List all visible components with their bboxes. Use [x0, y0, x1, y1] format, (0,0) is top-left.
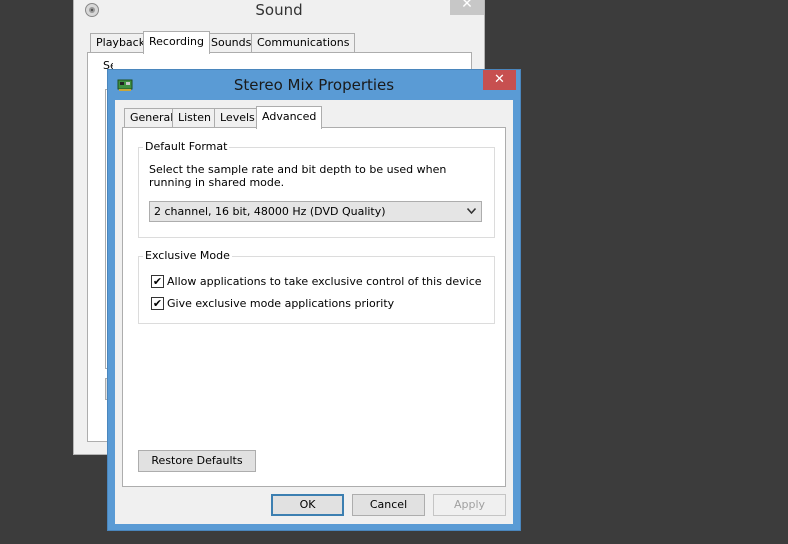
dialog-title: Stereo Mix Properties	[233, 76, 395, 94]
tab-recording[interactable]: Recording	[143, 31, 211, 54]
stereo-mix-properties-dialog: Stereo Mix Properties ✕ General Listen L…	[107, 69, 521, 531]
sound-window-title: Sound	[255, 1, 303, 19]
tab-communications[interactable]: Communications	[251, 33, 356, 53]
exclusive-mode-group	[138, 256, 495, 324]
chevron-down-icon	[467, 208, 476, 214]
dialog-client-area: General Listen Levels Advanced Default F…	[115, 100, 513, 524]
tab-advanced[interactable]: Advanced	[256, 106, 323, 129]
exclusive-priority-checkbox[interactable]: ✔	[151, 297, 164, 310]
exclusive-priority-label[interactable]: Give exclusive mode applications priorit…	[167, 297, 394, 310]
exclusive-mode-label: Exclusive Mode	[143, 249, 232, 262]
tab-levels[interactable]: Levels	[214, 108, 261, 128]
tab-sounds[interactable]: Sounds	[205, 33, 258, 53]
apply-button[interactable]: Apply	[433, 494, 506, 516]
ok-button[interactable]: OK	[271, 494, 344, 516]
sample-rate-selected-value: 2 channel, 16 bit, 48000 Hz (DVD Quality…	[154, 205, 386, 218]
default-format-group	[138, 147, 495, 238]
default-format-description: Select the sample rate and bit depth to …	[149, 163, 447, 189]
allow-exclusive-control-checkbox[interactable]: ✔	[151, 275, 164, 288]
sample-rate-select[interactable]: 2 channel, 16 bit, 48000 Hz (DVD Quality…	[149, 201, 482, 222]
advanced-tab-panel: Default Format Select the sample rate an…	[122, 127, 506, 487]
dialog-titlebar[interactable]: Stereo Mix Properties ✕	[108, 70, 520, 100]
dialog-close-button[interactable]: ✕	[483, 70, 516, 90]
default-format-label: Default Format	[143, 140, 230, 153]
allow-exclusive-control-label[interactable]: Allow applications to take exclusive con…	[167, 275, 482, 288]
sound-titlebar[interactable]: Sound ✕	[74, 0, 484, 25]
tab-playback[interactable]: Playback	[90, 33, 152, 53]
sound-close-button[interactable]: ✕	[450, 0, 484, 15]
restore-defaults-button[interactable]: Restore Defaults	[138, 450, 256, 472]
tab-listen[interactable]: Listen	[172, 108, 217, 128]
cancel-button[interactable]: Cancel	[352, 494, 425, 516]
